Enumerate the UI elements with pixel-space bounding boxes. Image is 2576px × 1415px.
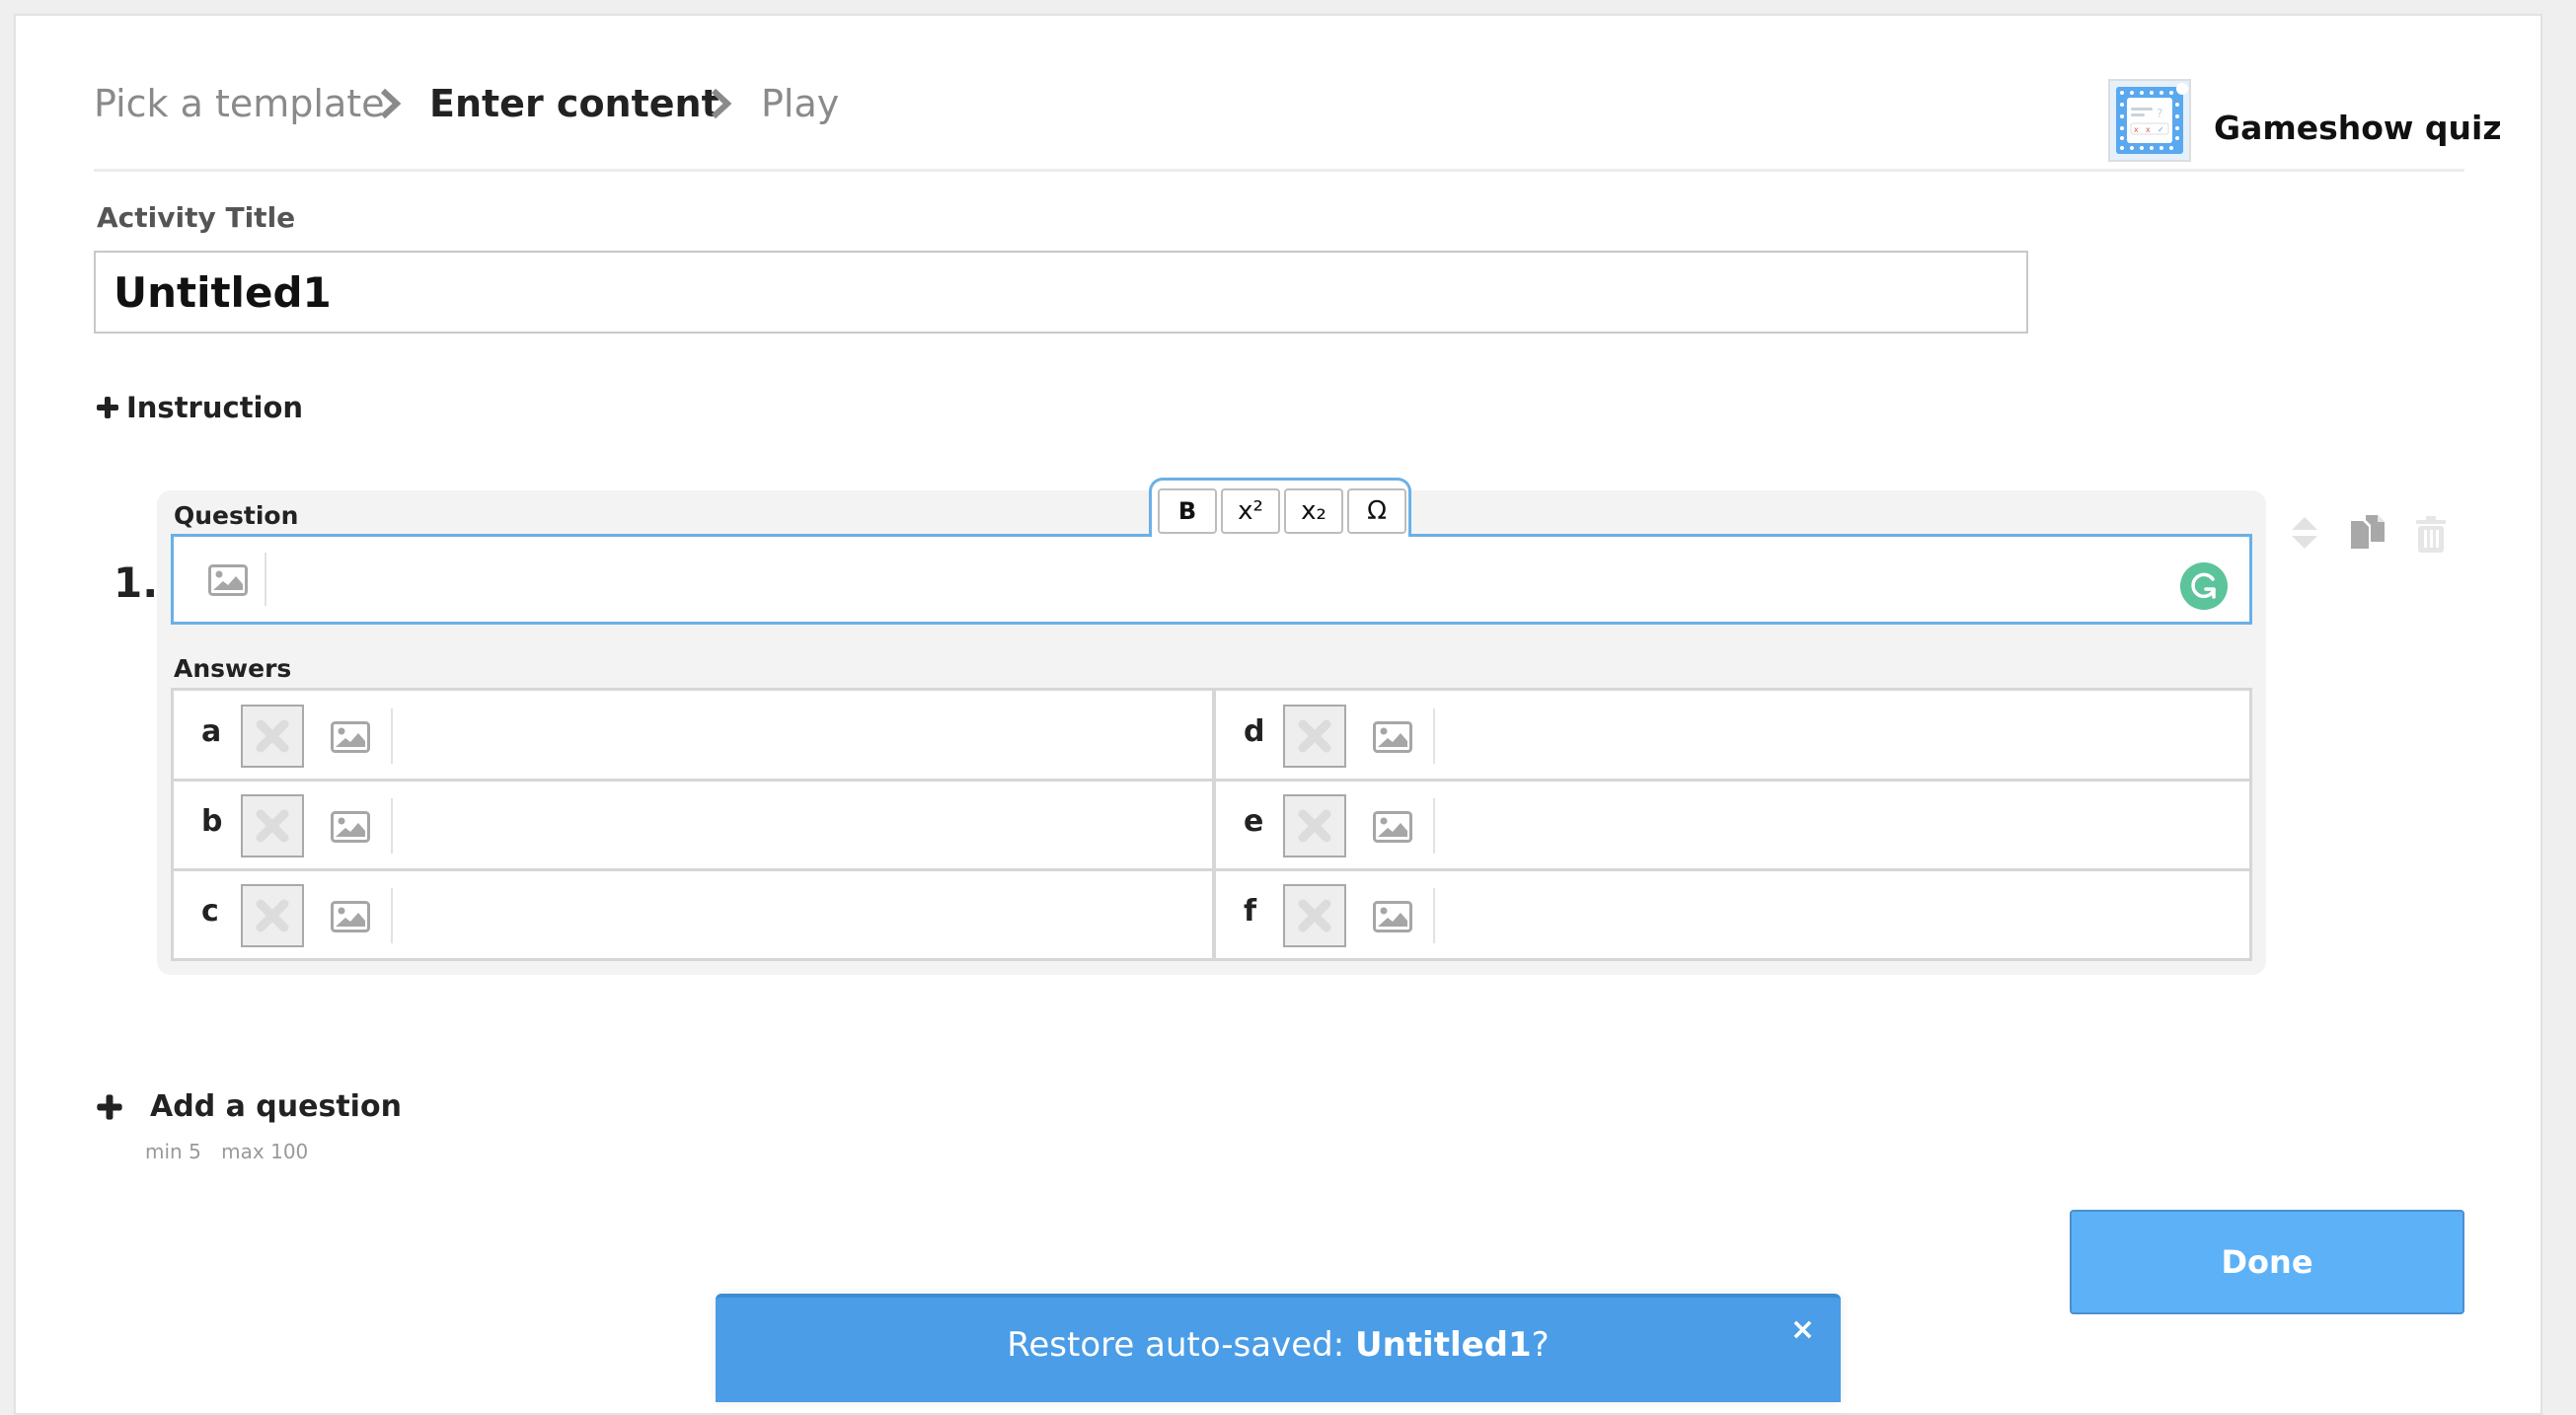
answers-grid: a b c d e f xyxy=(171,688,2252,961)
answer-row[interactable]: b xyxy=(174,781,1212,871)
svg-text:x: x xyxy=(2134,125,2139,134)
superscript-button[interactable]: x² xyxy=(1221,488,1280,534)
add-question-label: Add a question xyxy=(150,1089,402,1124)
question-label: Question xyxy=(174,501,299,530)
subscript-button[interactable]: x₂ xyxy=(1284,488,1343,534)
cross-icon xyxy=(1298,719,1331,753)
insert-image-icon[interactable] xyxy=(208,564,248,596)
reorder-arrows-icon[interactable] xyxy=(2290,515,2319,551)
add-instruction-button[interactable]: Instruction xyxy=(97,391,303,424)
gameshow-quiz-thumbnail-icon[interactable]: ? x x ✓ xyxy=(2108,79,2191,162)
formatting-toolbar: B x² x₂ Ω xyxy=(1149,478,1411,537)
answer-letter: a xyxy=(201,714,222,749)
activity-title-label: Activity Title xyxy=(97,201,296,234)
cross-icon xyxy=(1298,809,1331,843)
answer-letter: d xyxy=(1244,714,1265,749)
delete-icon[interactable] xyxy=(2415,515,2447,553)
special-character-button[interactable]: Ω xyxy=(1347,488,1406,534)
question-number: 1. xyxy=(114,559,159,607)
add-instruction-label: Instruction xyxy=(126,391,304,424)
template-name: Gameshow quiz xyxy=(2214,109,2502,147)
image-separator xyxy=(391,798,393,854)
close-icon[interactable]: × xyxy=(1790,1315,1815,1345)
image-separator xyxy=(265,553,266,606)
add-question-button[interactable]: Add a question xyxy=(97,1089,402,1124)
svg-text:x: x xyxy=(2146,125,2151,134)
breadcrumb-step-enter-content: Enter content xyxy=(429,82,720,125)
max-questions: max 100 xyxy=(221,1140,309,1163)
plus-icon xyxy=(97,1093,122,1120)
answer-letter: b xyxy=(201,804,223,839)
image-separator xyxy=(1433,708,1435,764)
min-questions: min 5 xyxy=(145,1140,201,1163)
question-input[interactable] xyxy=(171,534,2252,625)
image-separator xyxy=(391,888,393,943)
image-separator xyxy=(1433,798,1435,854)
answer-row[interactable]: a xyxy=(174,691,1212,782)
svg-text:?: ? xyxy=(2157,107,2162,120)
mark-correct-toggle[interactable] xyxy=(241,705,304,768)
answer-letter: e xyxy=(1244,804,1264,839)
image-separator xyxy=(391,708,393,764)
toast-suffix: ? xyxy=(1531,1325,1550,1365)
toast-prefix: Restore auto-saved: xyxy=(1007,1325,1355,1365)
answer-row[interactable]: d xyxy=(1216,691,2249,782)
answer-row[interactable]: e xyxy=(1216,781,2249,871)
restore-autosave-toast[interactable]: Restore auto-saved: Untitled1? × xyxy=(716,1294,1841,1402)
mark-correct-toggle[interactable] xyxy=(1283,705,1346,768)
answer-row[interactable]: c xyxy=(174,870,1212,961)
grammarly-icon[interactable] xyxy=(2180,562,2228,610)
breadcrumb-step-pick-template[interactable]: Pick a template xyxy=(94,79,385,128)
insert-image-icon[interactable] xyxy=(331,901,370,932)
question-limits: min 5 max 100 xyxy=(145,1140,322,1163)
cross-icon xyxy=(1298,899,1331,932)
activity-title-input[interactable] xyxy=(94,251,2028,334)
insert-image-icon[interactable] xyxy=(1373,721,1412,753)
header-divider xyxy=(94,169,2464,172)
answers-label: Answers xyxy=(174,654,292,683)
svg-text:✓: ✓ xyxy=(2158,125,2164,134)
cross-icon xyxy=(256,899,289,932)
insert-image-icon[interactable] xyxy=(331,721,370,753)
answer-letter: f xyxy=(1244,894,1257,929)
mark-correct-toggle[interactable] xyxy=(1283,884,1346,947)
cross-icon xyxy=(256,809,289,843)
mark-correct-toggle[interactable] xyxy=(241,884,304,947)
answer-row[interactable]: f xyxy=(1216,870,2249,961)
toast-title: Untitled1 xyxy=(1354,1325,1532,1365)
image-separator xyxy=(1433,888,1435,943)
chevron-right-icon xyxy=(711,88,732,119)
answer-letter: c xyxy=(201,894,219,929)
insert-image-icon[interactable] xyxy=(331,811,370,843)
plus-icon xyxy=(97,397,118,418)
answer-row-separator xyxy=(174,779,2249,782)
insert-image-icon[interactable] xyxy=(1373,811,1412,843)
bold-button[interactable]: B xyxy=(1158,488,1217,534)
cross-icon xyxy=(256,719,289,753)
insert-image-icon[interactable] xyxy=(1373,901,1412,932)
mark-correct-toggle[interactable] xyxy=(241,794,304,857)
mark-correct-toggle[interactable] xyxy=(1283,794,1346,857)
duplicate-icon[interactable] xyxy=(2349,513,2387,551)
chevron-right-icon xyxy=(380,88,402,119)
done-button[interactable]: Done xyxy=(2070,1210,2464,1314)
breadcrumb-step-play[interactable]: Play xyxy=(761,79,839,128)
answer-row-separator xyxy=(174,868,2249,871)
